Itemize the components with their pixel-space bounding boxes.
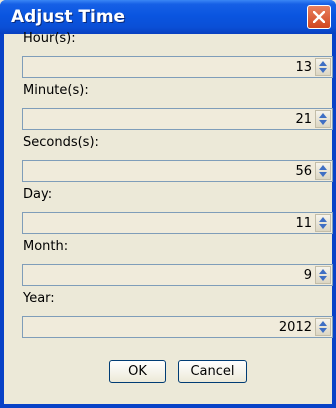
spin-up-icon[interactable] [319, 61, 327, 66]
spin-down-icon[interactable] [319, 68, 327, 73]
minutes-value[interactable]: 21 [295, 112, 312, 127]
spin-up-icon[interactable] [319, 217, 327, 222]
title-bar[interactable]: Adjust Time [0, 0, 336, 34]
day-spin-buttons[interactable] [315, 214, 331, 232]
month-label: Month: [23, 239, 69, 254]
hours-label: Hour(s): [23, 31, 76, 46]
hours-spin-buttons[interactable] [315, 58, 331, 76]
day-spinner[interactable]: 11 [22, 212, 333, 234]
dialog-body: Hour(s): 13 Minute(s): 21 Seconds(s): 56 [4, 31, 333, 404]
spin-up-icon[interactable] [319, 165, 327, 170]
cancel-button[interactable]: Cancel [178, 360, 247, 383]
dialog-title: Adjust Time [11, 7, 126, 27]
minutes-spin-buttons[interactable] [315, 110, 331, 128]
close-button[interactable] [307, 5, 331, 29]
hours-spinner[interactable]: 13 [22, 56, 333, 78]
year-spinner[interactable]: 2012 [22, 316, 333, 338]
spin-down-icon[interactable] [319, 276, 327, 281]
year-label: Year: [23, 291, 55, 306]
month-spinner[interactable]: 9 [22, 264, 333, 286]
seconds-value[interactable]: 56 [295, 164, 312, 179]
day-value[interactable]: 11 [295, 216, 312, 231]
spin-up-icon[interactable] [319, 269, 327, 274]
seconds-spin-buttons[interactable] [315, 162, 331, 180]
spin-down-icon[interactable] [319, 224, 327, 229]
seconds-label: Seconds(s): [23, 135, 99, 150]
spin-up-icon[interactable] [319, 321, 327, 326]
spin-down-icon[interactable] [319, 120, 327, 125]
ok-button[interactable]: OK [109, 360, 166, 383]
close-icon [313, 11, 325, 23]
day-label: Day: [23, 187, 53, 202]
minutes-label: Minute(s): [23, 83, 89, 98]
spin-down-icon[interactable] [319, 328, 327, 333]
seconds-spinner[interactable]: 56 [22, 160, 333, 182]
month-value[interactable]: 9 [304, 268, 312, 283]
year-spin-buttons[interactable] [315, 318, 331, 336]
hours-value[interactable]: 13 [295, 60, 312, 75]
month-spin-buttons[interactable] [315, 266, 331, 284]
adjust-time-dialog: Adjust Time Hour(s): 13 Minute(s): 21 Se… [0, 0, 336, 408]
minutes-spinner[interactable]: 21 [22, 108, 333, 130]
spin-up-icon[interactable] [319, 113, 327, 118]
spin-down-icon[interactable] [319, 172, 327, 177]
year-value[interactable]: 2012 [279, 320, 312, 335]
